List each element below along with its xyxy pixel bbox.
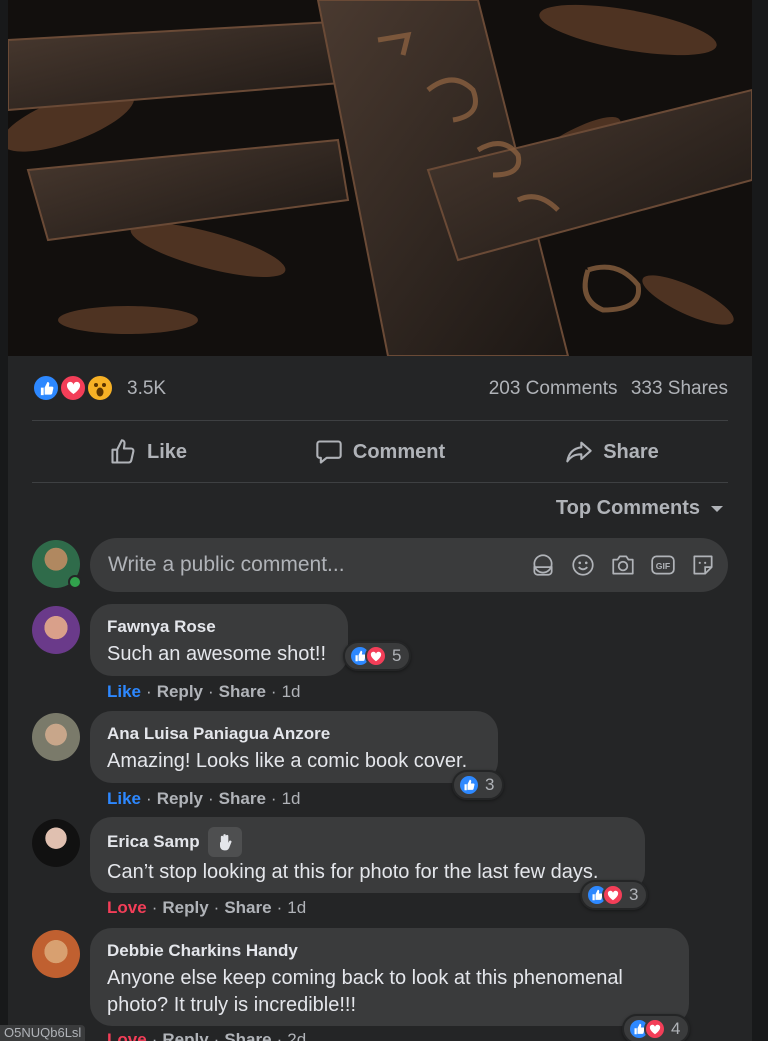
reply-link[interactable]: Reply [162, 898, 208, 918]
comment-label: Comment [352, 440, 446, 463]
separator: · [213, 1030, 220, 1041]
comment-bubble: Fawnya Rose Such an awesome shot!! [90, 604, 348, 676]
like-link[interactable]: Like [107, 682, 141, 702]
commenter-avatar[interactable] [32, 819, 80, 867]
reaction-count: 3 [629, 885, 639, 904]
separator: · [270, 682, 277, 701]
separator: · [208, 789, 214, 808]
reaction-count: 3 [485, 775, 495, 794]
reply-link[interactable]: Reply [162, 1030, 208, 1041]
svg-text:GIF: GIF [656, 561, 670, 571]
caret-down-icon [711, 505, 723, 512]
commenter-name[interactable]: Erica Samp [107, 832, 200, 852]
comment-text-line: photo? It truly is incredible!!! [107, 994, 357, 1016]
separator: · [146, 789, 152, 808]
share-link[interactable]: Share [219, 682, 266, 702]
comment-age[interactable]: 1d [287, 898, 306, 918]
comment-bubble: Ana Luisa Paniagua Anzore Amazing! Looks… [90, 711, 498, 783]
commenter-name[interactable]: Debbie Charkins Handy [107, 941, 298, 961]
comments-count[interactable]: 203 Comments [489, 378, 618, 399]
status-url-tooltip: O5NUQb6Lsl [0, 1025, 86, 1041]
commenter-name[interactable]: Ana Luisa Paniagua Anzore [107, 724, 330, 744]
share-link[interactable]: Share [219, 789, 266, 809]
separator: · [151, 1030, 158, 1041]
comment-bubble: Debbie Charkins Handy Anyone else keep c… [90, 928, 689, 1026]
reaction-count: 4 [671, 1019, 681, 1038]
comment-composer: GIF [32, 538, 728, 592]
comment-text-line: Anyone else keep coming back to look at … [107, 967, 623, 989]
shares-count[interactable]: 333 Shares [631, 378, 728, 399]
love-reaction-icon [602, 884, 624, 906]
separator: · [208, 682, 214, 701]
reply-link[interactable]: Reply [157, 789, 203, 809]
gif-icon[interactable]: GIF [650, 552, 676, 578]
post-actions: Like Comment Share [32, 422, 728, 482]
separator: · [151, 898, 158, 917]
post-photo[interactable] [8, 0, 752, 356]
commenter-avatar[interactable] [32, 930, 80, 978]
share-link[interactable]: Share [224, 1030, 271, 1041]
love-reaction-icon [59, 374, 87, 402]
separator: · [276, 898, 283, 917]
comment-input[interactable] [108, 538, 508, 592]
comment-bubble: Erica Samp Can’t stop looking at this fo… [90, 817, 645, 893]
share-label: Share [603, 440, 659, 463]
wow-reaction-icon [86, 374, 114, 402]
comment-sort-dropdown[interactable]: Top Comments [556, 497, 724, 520]
separator: · [213, 898, 220, 917]
sort-label: Top Comments [555, 497, 700, 519]
comment-reactions[interactable]: 5 [343, 641, 412, 671]
share-arrow-icon [566, 441, 592, 463]
like-button[interactable]: Like [32, 422, 264, 482]
composer-icons: GIF [530, 552, 716, 578]
comment-actions: Love · Reply · Share · 2d [107, 1030, 306, 1041]
commenter-avatar[interactable] [32, 606, 80, 654]
like-link[interactable]: Like [107, 789, 141, 809]
divider [32, 482, 728, 483]
love-reaction-icon [644, 1018, 666, 1040]
divider [32, 420, 728, 421]
love-reaction-icon [365, 645, 387, 667]
comment-reactions[interactable]: 4 [622, 1014, 691, 1041]
comment-age[interactable]: 2d [287, 1030, 306, 1041]
emoji-icon[interactable] [570, 552, 596, 578]
comment-text: Can’t stop looking at this for photo for… [107, 861, 599, 883]
commenter-name[interactable]: Fawnya Rose [107, 617, 216, 637]
post-stats: 3.5K 203 Comments 333 Shares [32, 370, 728, 406]
comment-actions: Like · Reply · Share · 1d [107, 682, 301, 702]
waving-hand-icon [207, 827, 242, 857]
comment-age[interactable]: 1d [282, 789, 301, 809]
reply-link[interactable]: Reply [157, 682, 203, 702]
comment-text: Anyone else keep coming back to look at … [107, 965, 671, 1019]
comment-reactions[interactable]: 3 [452, 770, 505, 800]
camera-icon[interactable] [610, 552, 636, 578]
reaction-count: 5 [392, 646, 402, 665]
like-reaction-icon [32, 374, 60, 402]
like-label: Like [146, 440, 188, 463]
comment-icon [316, 440, 342, 464]
comment-input-container: GIF [90, 538, 728, 592]
love-link[interactable]: Love [107, 1030, 147, 1041]
separator: · [276, 1030, 283, 1041]
share-link[interactable]: Share [224, 898, 271, 918]
post-card: 3.5K 203 Comments 333 Shares Like Commen… [8, 0, 752, 1041]
comment-reactions[interactable]: 3 [580, 880, 649, 910]
like-reaction-icon [458, 774, 480, 796]
avatar-sticker-icon[interactable] [530, 552, 556, 578]
love-link[interactable]: Love [107, 898, 147, 918]
separator: · [270, 789, 277, 808]
comment-age[interactable]: 1d [282, 682, 301, 702]
comment-text: Amazing! Looks like a comic book cover. [107, 750, 468, 772]
reaction-count[interactable]: 3.5K [127, 378, 166, 400]
comment-actions: Like · Reply · Share · 1d [107, 789, 301, 809]
comment-actions: Love · Reply · Share · 1d [107, 898, 306, 918]
commenter-avatar[interactable] [32, 713, 80, 761]
sticker-icon[interactable] [690, 552, 716, 578]
online-status-dot [68, 575, 82, 589]
separator: · [146, 682, 152, 701]
comment-button[interactable]: Comment [264, 422, 496, 482]
share-button[interactable]: Share [496, 422, 728, 482]
thumbs-up-icon [111, 439, 135, 464]
comment-text: Such an awesome shot!! [107, 643, 327, 665]
